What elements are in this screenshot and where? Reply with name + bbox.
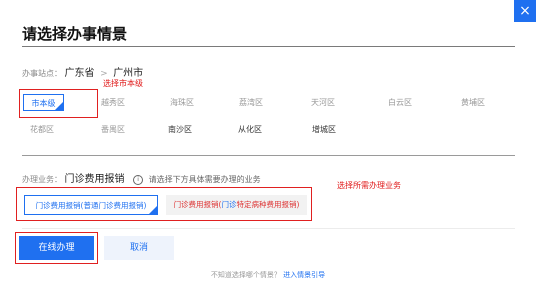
region-option-huadu[interactable]: 花都区 — [22, 121, 62, 138]
annotation-box-region — [19, 89, 98, 118]
site-label: 办事站点： — [22, 69, 62, 78]
section-divider — [22, 155, 515, 156]
annotation-box-apply-button — [15, 232, 98, 264]
region-option-tianhe[interactable]: 天河区 — [303, 94, 343, 111]
region-option-baiyun[interactable]: 白云区 — [380, 94, 420, 111]
close-icon: × — [519, 3, 531, 19]
region-option-yuexiu[interactable]: 越秀区 — [93, 94, 133, 111]
business-hint: 请选择下方具体需要办理的业务 — [148, 175, 261, 184]
region-option-panyu[interactable]: 番禺区 — [93, 121, 133, 138]
business-row: 办理业务： 门诊费用报销 i 请选择下方具体需要办理的业务 — [22, 170, 261, 185]
region-option-haizhu[interactable]: 海珠区 — [162, 94, 202, 111]
cancel-button[interactable]: 取消 — [104, 236, 174, 260]
site-row: 办事站点： 广东省 > 广州市 — [22, 64, 143, 79]
region-option-zengcheng[interactable]: 增城区 — [304, 121, 344, 138]
footer-divider — [22, 228, 515, 229]
title-divider — [22, 46, 515, 47]
annotation-box-business — [16, 187, 312, 221]
region-option-nansha[interactable]: 南沙区 — [160, 121, 200, 138]
footer-text: 不知道选择哪个情景？ — [210, 271, 281, 279]
close-button[interactable]: × — [514, 0, 536, 22]
scenario-guide-link[interactable]: 进入情景引导 — [283, 271, 325, 279]
footer-hint: 不知道选择哪个情景？ 进入情景引导 — [0, 270, 536, 280]
region-option-huangpu[interactable]: 黄埔区 — [453, 94, 493, 111]
info-icon: i — [133, 174, 144, 185]
business-label: 办理业务： — [22, 175, 62, 184]
annotation-select-city-level: 选择市本级 — [103, 79, 143, 88]
province-selector[interactable]: 广东省 — [65, 68, 95, 79]
annotation-select-business: 选择所需办理业务 — [337, 181, 401, 190]
region-option-conghua[interactable]: 从化区 — [230, 121, 270, 138]
business-value: 门诊费用报销 — [64, 174, 125, 185]
region-option-liwan[interactable]: 荔湾区 — [231, 94, 271, 111]
dialog-title: 请选择办事情景 — [22, 25, 128, 43]
